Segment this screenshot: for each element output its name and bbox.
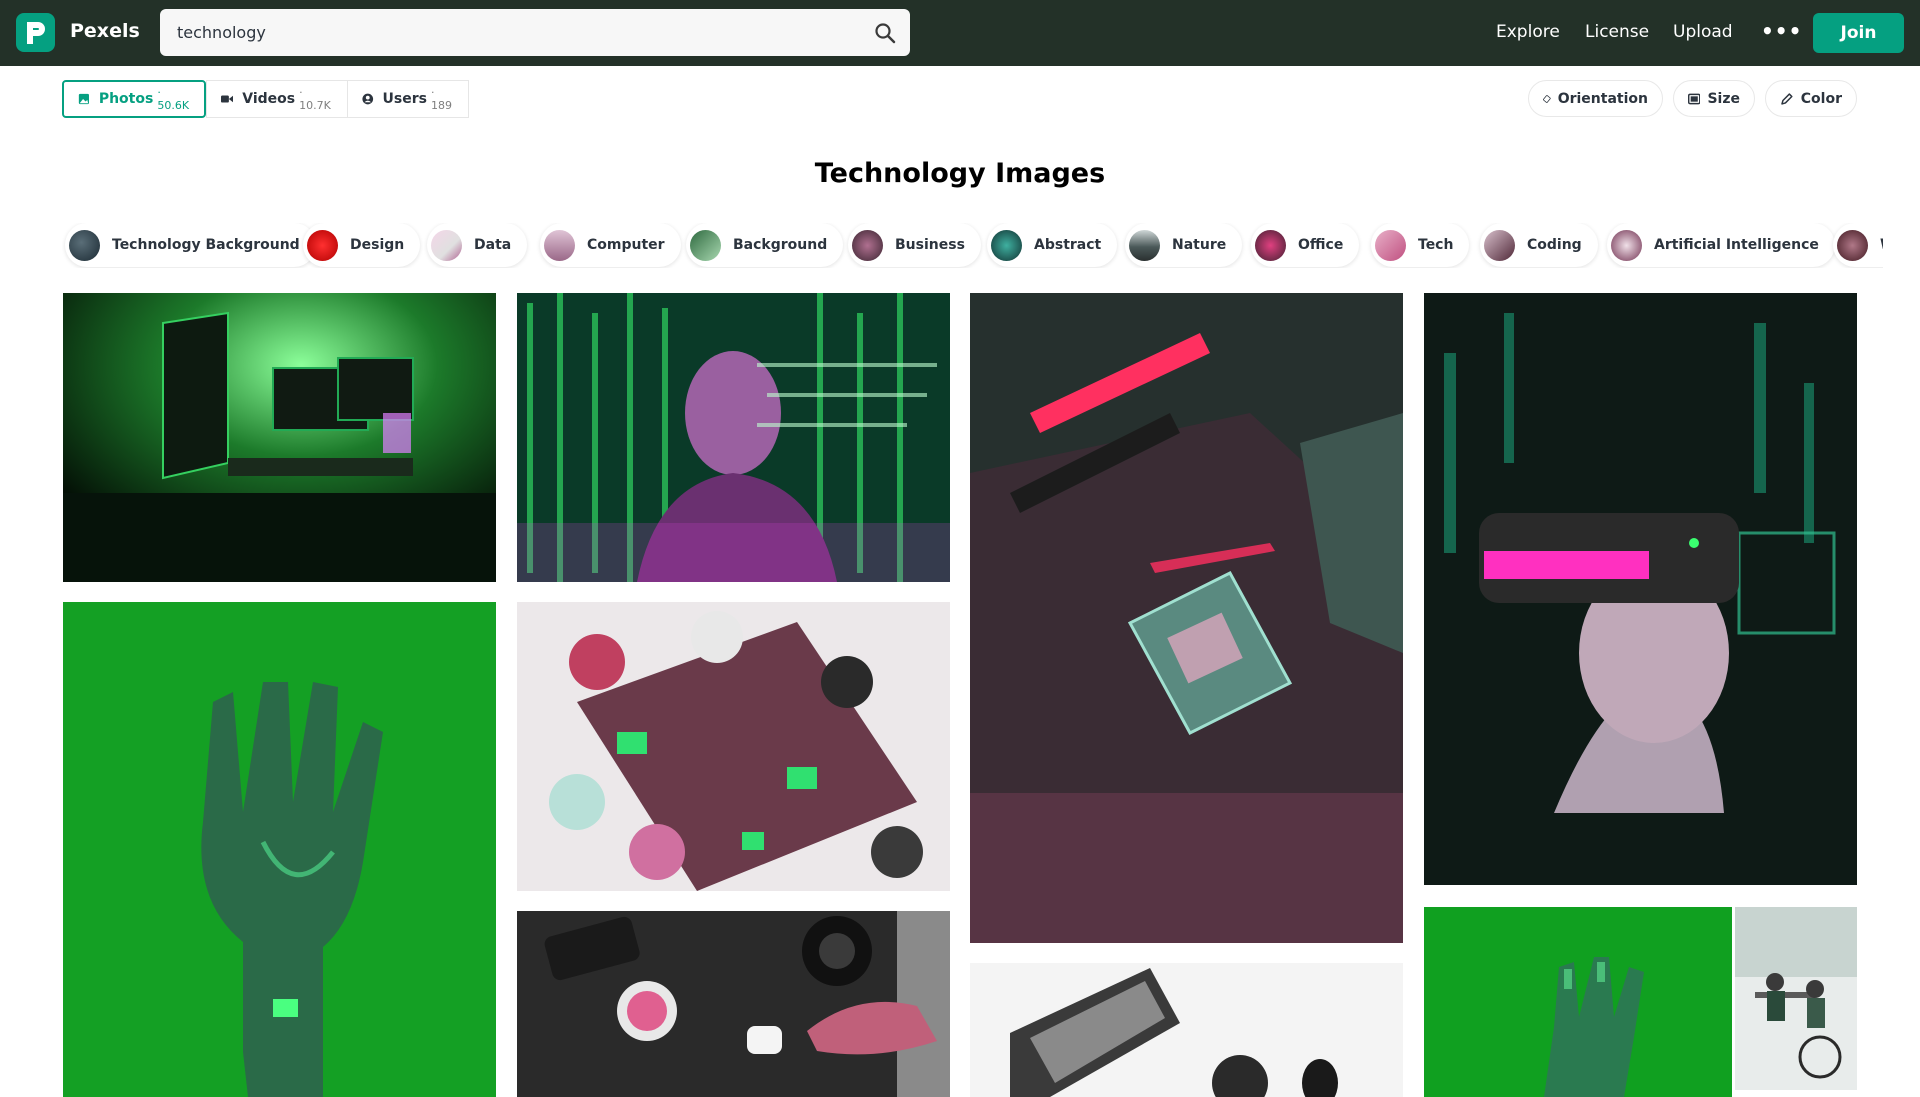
color-button[interactable]: Color [1765, 80, 1857, 117]
chip-thumbnail [1837, 229, 1868, 261]
chip-thumbnail [1129, 229, 1160, 261]
chip-label: Business [895, 237, 965, 253]
tab-users-count: · 189 [430, 86, 452, 112]
chip-thumbnail [991, 229, 1022, 261]
nav-license[interactable]: License [1585, 22, 1649, 42]
chip-thumbnail [690, 229, 721, 261]
chip-label: Coding [1527, 237, 1582, 253]
chip-thumbnail [852, 229, 883, 261]
chip-label: Tech [1418, 237, 1454, 253]
orientation-button[interactable]: Orientation [1528, 80, 1663, 117]
chip-tech[interactable]: Tech [1371, 223, 1470, 267]
tab-photos-label: Photos [98, 91, 154, 107]
more-menu-icon[interactable]: ••• [1761, 19, 1802, 43]
chip-label: Artificial Intelligence [1654, 237, 1819, 253]
chip-thumbnail [431, 229, 462, 261]
size-icon [1688, 93, 1701, 104]
chip-thumbnail [1611, 229, 1642, 261]
chip-artificial-intelligence[interactable]: Artificial Intelligence [1607, 223, 1835, 267]
chip-design[interactable]: Design [303, 223, 421, 267]
chip-coding[interactable]: Coding [1480, 223, 1598, 267]
photo-green-desk-setup[interactable] [63, 293, 496, 582]
tab-users[interactable]: Users · 189 [347, 80, 469, 118]
chip-label: Nature [1172, 237, 1227, 253]
chip-label: Design [350, 237, 405, 253]
chip-thumbnail [544, 229, 575, 261]
chip-label: Office [1298, 237, 1344, 253]
photo-desk-flatlay[interactable] [517, 911, 950, 1097]
orientation-icon [1543, 94, 1551, 103]
pencil-icon [1781, 92, 1793, 105]
tab-photos-count: · 50.6K [157, 86, 190, 112]
chip-label: Data [474, 237, 512, 253]
chip-label: W [1880, 237, 1883, 253]
search-bar[interactable]: technology [160, 9, 910, 56]
chip-background[interactable]: Background [686, 223, 844, 267]
user-icon [362, 93, 374, 105]
photo-vr-headset-man[interactable] [1424, 293, 1857, 885]
chip-label: Abstract [1034, 237, 1102, 253]
nav-upload[interactable]: Upload [1673, 22, 1733, 42]
chip-technology-background[interactable]: Technology Background [65, 223, 316, 267]
chip-business[interactable]: Business [848, 223, 981, 267]
color-label: Color [1800, 90, 1842, 107]
chip-computer[interactable]: Computer [540, 223, 681, 267]
photo-robotic-hand-2[interactable] [1424, 907, 1732, 1097]
photo-code-projection-woman[interactable] [517, 293, 950, 582]
size-label: Size [1707, 90, 1740, 107]
chip-abstract[interactable]: Abstract [987, 223, 1118, 267]
search-icon[interactable] [874, 22, 896, 44]
tab-videos-count: · 10.7K [299, 86, 331, 112]
chip-thumbnail [69, 229, 100, 261]
chip-thumbnail [1375, 229, 1406, 261]
brand-name[interactable]: Pexels [70, 20, 140, 42]
size-button[interactable]: Size [1673, 80, 1755, 117]
search-input[interactable]: technology [177, 23, 266, 42]
chip-office[interactable]: Office [1251, 223, 1360, 267]
chip-label: Technology Background [112, 237, 300, 253]
photo-robotic-hand[interactable] [63, 602, 496, 1097]
photo-team-meeting-table[interactable] [517, 602, 950, 891]
page-title: Technology Images [814, 158, 1106, 189]
photo-icon [78, 93, 89, 105]
nav-explore[interactable]: Explore [1496, 22, 1560, 42]
pexels-logo-icon[interactable] [16, 13, 55, 52]
top-bar: Pexels technology Explore License Upload… [0, 0, 1920, 66]
orientation-label: Orientation [1557, 90, 1648, 107]
tab-photos[interactable]: Photos · 50.6K [62, 80, 206, 118]
tab-users-label: Users [382, 91, 427, 107]
tab-videos[interactable]: Videos · 10.7K [206, 80, 347, 118]
photo-laptop-white-desk[interactable] [970, 963, 1403, 1097]
category-chips: Technology Background Design Data Comput… [62, 223, 1883, 268]
chip-nature[interactable]: Nature [1125, 223, 1243, 267]
chip-w[interactable]: W [1833, 223, 1883, 267]
chip-label: Computer [587, 237, 665, 253]
chip-thumbnail [307, 229, 338, 261]
chip-label: Background [733, 237, 828, 253]
video-icon [221, 95, 234, 103]
photo-office-wheelchair[interactable] [1735, 907, 1857, 1090]
join-button[interactable]: Join [1813, 13, 1904, 53]
chip-thumbnail [1484, 229, 1515, 261]
photo-motherboard-closeup[interactable] [970, 293, 1403, 943]
chip-data[interactable]: Data [427, 223, 528, 267]
tab-videos-label: Videos [242, 91, 296, 107]
chip-thumbnail [1255, 229, 1286, 261]
